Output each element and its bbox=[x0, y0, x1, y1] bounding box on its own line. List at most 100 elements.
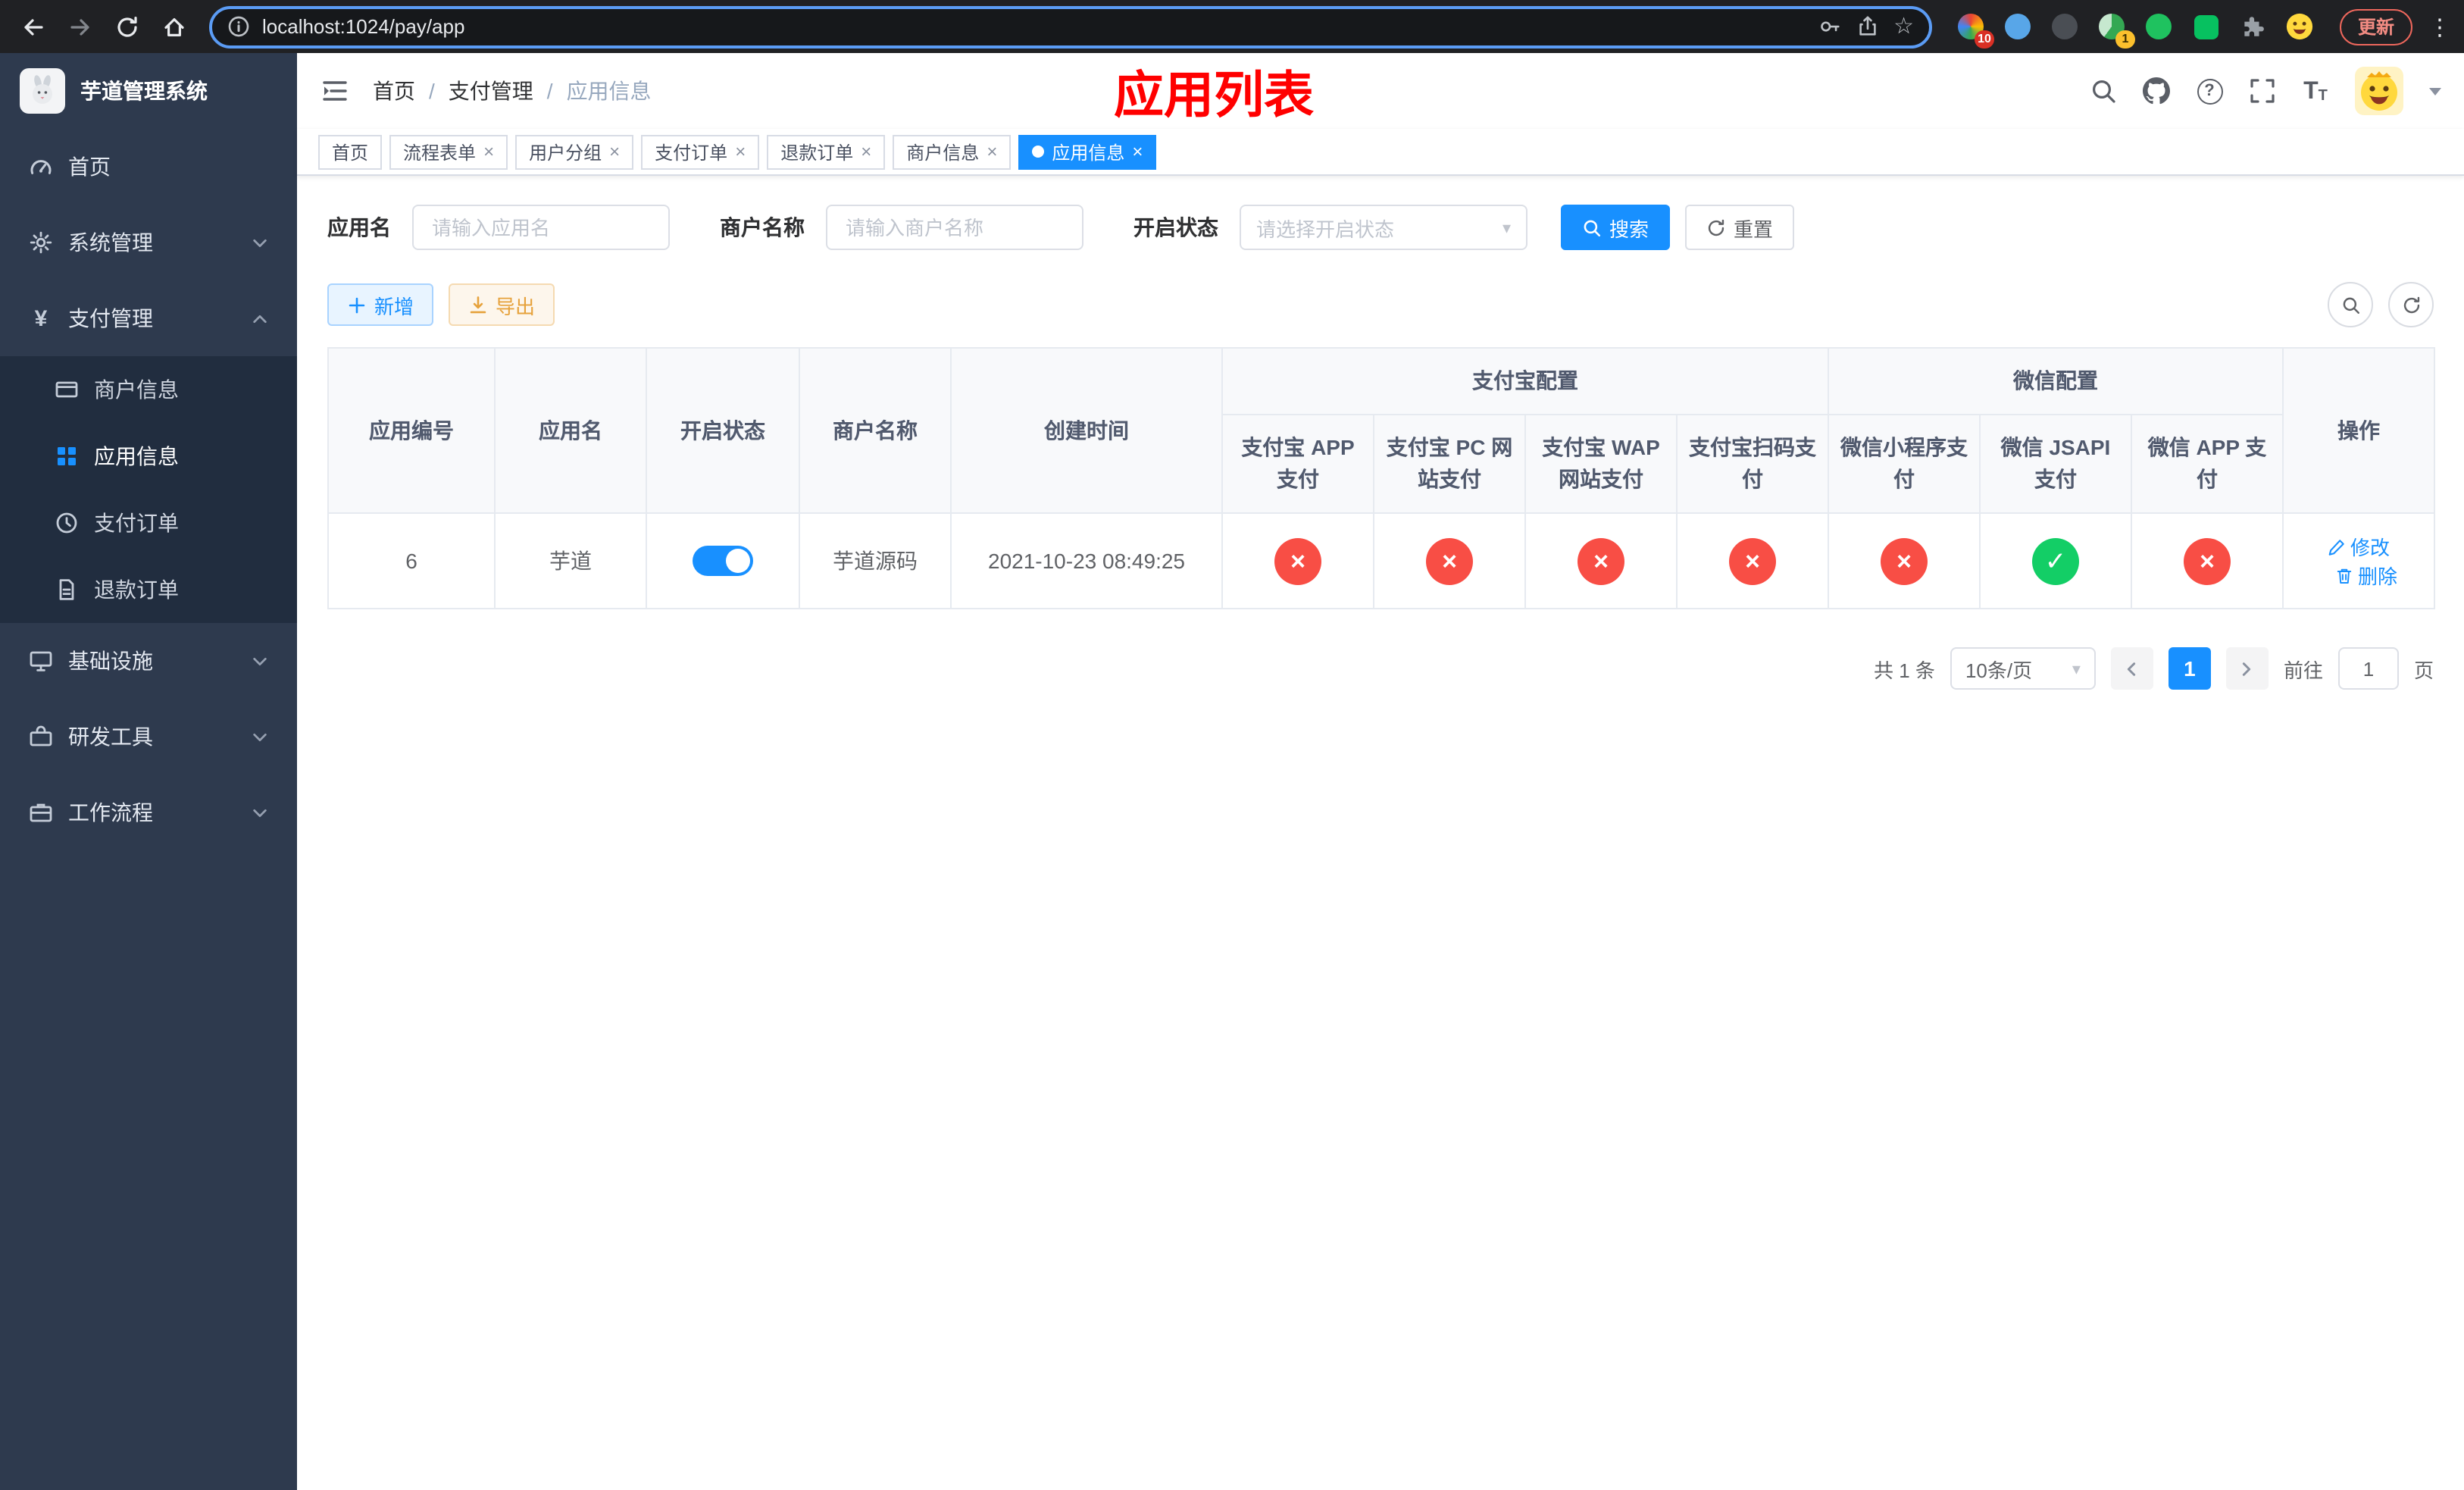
breadcrumb-payment[interactable]: 支付管理 bbox=[449, 76, 533, 106]
close-icon[interactable]: × bbox=[483, 142, 494, 161]
close-icon[interactable]: × bbox=[987, 142, 997, 161]
sidebar-toggle-icon[interactable] bbox=[320, 76, 350, 106]
profile-emoji-icon[interactable] bbox=[2282, 8, 2319, 45]
user-avatar[interactable] bbox=[2355, 67, 2403, 115]
toggle-search-icon[interactable] bbox=[2328, 282, 2373, 327]
app-name-input[interactable] bbox=[412, 205, 670, 250]
sidebar-item-refund-orders[interactable]: 退款订单 bbox=[0, 556, 297, 623]
sidebar-item-home[interactable]: 首页 bbox=[0, 129, 297, 205]
top-navbar: 首页 / 支付管理 / 应用信息 应用列表 ? T T bbox=[297, 53, 2464, 129]
address-bar[interactable]: localhost:1024/pay/app ☆ bbox=[209, 5, 1932, 48]
close-icon[interactable]: × bbox=[735, 142, 746, 161]
col-header-alipay-wap: 支付宝 WAP 网站支付 bbox=[1524, 414, 1678, 514]
yen-icon: ¥ bbox=[34, 305, 48, 331]
merchant-name-input[interactable] bbox=[826, 205, 1083, 250]
close-icon[interactable]: × bbox=[861, 142, 871, 161]
browser-home-button[interactable] bbox=[153, 6, 194, 47]
browser-menu-icon[interactable]: ⋮ bbox=[2428, 13, 2452, 40]
goto-label: 前往 bbox=[2283, 659, 2323, 681]
alipay-wap-status-icon: × bbox=[1578, 537, 1624, 584]
tab-user-group[interactable]: 用户分组 × bbox=[515, 134, 634, 169]
extension-icon-green[interactable] bbox=[2141, 8, 2178, 45]
github-icon[interactable] bbox=[2143, 77, 2170, 105]
sidebar-item-label: 商户信息 bbox=[94, 377, 179, 402]
sidebar-item-infrastructure[interactable]: 基础设施 bbox=[0, 623, 297, 699]
sidebar-item-label: 系统管理 bbox=[68, 230, 153, 255]
tab-process-form[interactable]: 流程表单 × bbox=[389, 134, 508, 169]
close-icon[interactable]: × bbox=[609, 142, 620, 161]
font-size-icon[interactable]: TT bbox=[2302, 77, 2329, 105]
close-icon[interactable]: × bbox=[1132, 142, 1143, 161]
extension-icon-blue[interactable] bbox=[2000, 8, 2037, 45]
avatar-dropdown-caret[interactable] bbox=[2429, 87, 2441, 95]
status-toggle[interactable] bbox=[693, 546, 753, 576]
page-1-button[interactable]: 1 bbox=[2168, 647, 2211, 690]
group-header-wechat: 微信配置 bbox=[1827, 347, 2284, 415]
breadcrumb-separator: / bbox=[429, 79, 435, 103]
fullscreen-icon[interactable] bbox=[2249, 77, 2276, 105]
col-header-alipay-qr: 支付宝扫码支付 bbox=[1676, 414, 1829, 514]
breadcrumb-home[interactable]: 首页 bbox=[373, 76, 415, 106]
sidebar-item-app-info[interactable]: 应用信息 bbox=[0, 423, 297, 490]
sidebar-menu: 首页 系统管理 ¥ 支付管理 商户信息 应用信息 支付订单 退款订单 基础设施 … bbox=[0, 129, 297, 1490]
add-button[interactable]: 新增 bbox=[327, 283, 434, 326]
col-header-status: 开启状态 bbox=[646, 347, 800, 514]
tab-app-info[interactable]: 应用信息 × bbox=[1018, 134, 1157, 169]
browser-back-button[interactable] bbox=[12, 6, 53, 47]
status-select[interactable]: 请选择开启状态 ▾ bbox=[1240, 205, 1527, 250]
filter-form: 应用名 商户名称 开启状态 请选择开启状态 ▾ 搜索 重置 bbox=[327, 205, 2434, 250]
page-size-select[interactable]: 10条/页 ▾ bbox=[1950, 647, 2096, 690]
tab-payment-orders[interactable]: 支付订单 × bbox=[641, 134, 760, 169]
search-button[interactable]: 搜索 bbox=[1561, 205, 1671, 250]
app-logo[interactable]: 芋道管理系统 bbox=[0, 53, 297, 129]
screen: localhost:1024/pay/app ☆ 10 1 更新 ⋮ 芋道管理系… bbox=[0, 0, 2464, 1490]
sidebar-item-system[interactable]: 系统管理 bbox=[0, 205, 297, 280]
sidebar-item-label: 支付订单 bbox=[94, 511, 179, 535]
extensions-puzzle-icon[interactable] bbox=[2235, 8, 2272, 45]
extension-icon-wechat-devtool[interactable] bbox=[2188, 8, 2225, 45]
sidebar-item-payment-orders[interactable]: 支付订单 bbox=[0, 490, 297, 556]
order-clock-icon bbox=[55, 511, 79, 535]
export-button[interactable]: 导出 bbox=[449, 283, 555, 326]
table-row: 6 芋道 芋道源码 2021-10-23 08:49:25 × × × × × … bbox=[327, 512, 2436, 609]
browser-update-button[interactable]: 更新 bbox=[2339, 8, 2412, 45]
tab-merchant-info[interactable]: 商户信息 × bbox=[893, 134, 1012, 169]
share-icon[interactable] bbox=[1856, 15, 1878, 38]
search-icon[interactable] bbox=[2090, 77, 2117, 105]
table-tools bbox=[2328, 282, 2434, 327]
wx-lite-status-icon: × bbox=[1881, 537, 1928, 584]
col-header-id: 应用编号 bbox=[327, 347, 496, 514]
next-page-button[interactable] bbox=[2225, 647, 2269, 690]
sidebar-item-dev-tools[interactable]: 研发工具 bbox=[0, 699, 297, 775]
extension-icon-dark[interactable] bbox=[2047, 8, 2084, 45]
delete-link[interactable]: 删除 bbox=[2335, 561, 2397, 590]
reset-button[interactable]: 重置 bbox=[1685, 205, 1795, 250]
tab-refund-orders[interactable]: 退款订单 × bbox=[767, 134, 886, 169]
edit-link[interactable]: 修改 bbox=[2328, 532, 2390, 561]
tab-home[interactable]: 首页 bbox=[318, 134, 383, 169]
refresh-table-icon[interactable] bbox=[2388, 282, 2434, 327]
extension-badge: 1 bbox=[2115, 30, 2135, 48]
browser-refresh-button[interactable] bbox=[106, 6, 147, 47]
sidebar-item-merchant-info[interactable]: 商户信息 bbox=[0, 356, 297, 423]
browser-toolbar: localhost:1024/pay/app ☆ 10 1 更新 ⋮ bbox=[0, 0, 2464, 53]
help-icon[interactable]: ? bbox=[2196, 77, 2223, 105]
url-text[interactable]: localhost:1024/pay/app bbox=[262, 15, 464, 38]
sidebar-item-payment[interactable]: ¥ 支付管理 bbox=[0, 280, 297, 356]
browser-forward-button[interactable] bbox=[59, 6, 100, 47]
prev-page-button[interactable] bbox=[2110, 647, 2153, 690]
chevron-down-icon bbox=[252, 728, 268, 745]
navbar-actions: ? TT bbox=[2090, 67, 2441, 115]
col-header-created: 创建时间 bbox=[950, 347, 1223, 514]
viewport: localhost:1024/pay/app ☆ 10 1 更新 ⋮ 芋道管理系… bbox=[0, 0, 2464, 1490]
page-title-annotation: 应用列表 bbox=[1114, 67, 1314, 123]
sidebar-item-workflow[interactable]: 工作流程 bbox=[0, 775, 297, 850]
extension-icon-colorful[interactable]: 10 bbox=[1953, 8, 1994, 48]
site-info-icon[interactable] bbox=[227, 15, 250, 38]
bookmark-star-icon[interactable]: ☆ bbox=[1893, 15, 1914, 38]
col-header-name: 应用名 bbox=[494, 347, 647, 514]
extension-icon-green-badge[interactable]: 1 bbox=[2094, 8, 2135, 48]
gear-icon bbox=[29, 230, 53, 255]
password-key-icon[interactable] bbox=[1818, 15, 1840, 38]
goto-page-input[interactable] bbox=[2337, 647, 2399, 690]
